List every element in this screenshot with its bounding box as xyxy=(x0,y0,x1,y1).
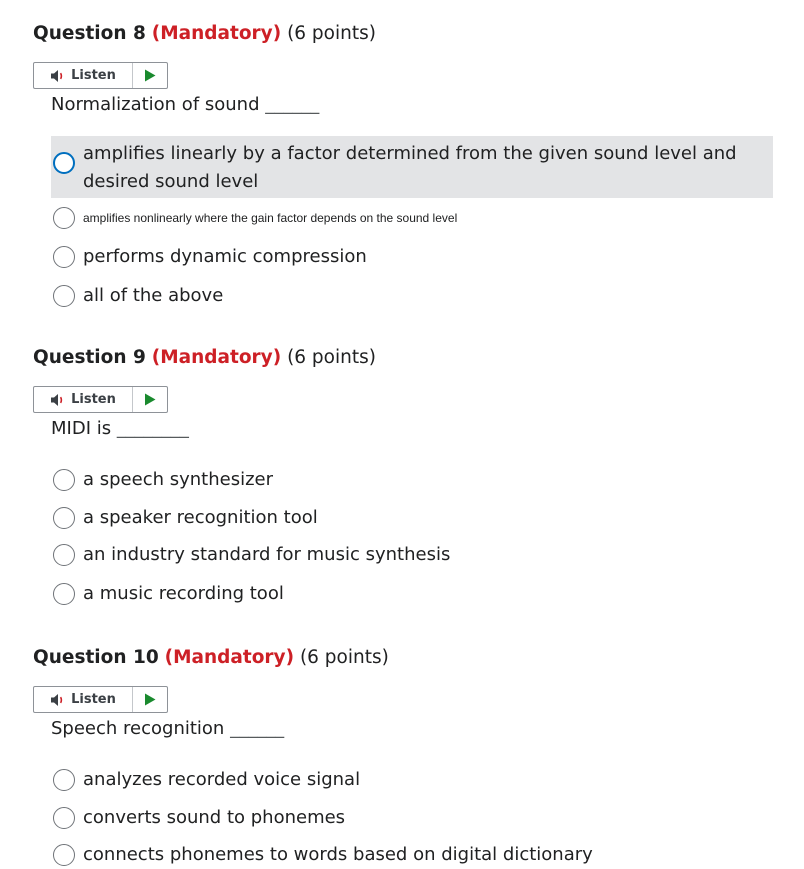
option-text: all of the above xyxy=(83,285,224,306)
question-title: Question 10 (Mandatory) (6 points) xyxy=(33,645,389,671)
radio-button[interactable] xyxy=(53,807,75,829)
listen-control: Listen xyxy=(33,686,168,713)
radio-button[interactable] xyxy=(53,207,75,229)
radio-button[interactable] xyxy=(53,583,75,605)
option-text: a speaker recognition tool xyxy=(83,507,318,528)
answer-option[interactable]: amplifies nonlinearly where the gain fac… xyxy=(51,207,773,229)
option-text: analyzes recorded voice signal xyxy=(83,769,361,790)
listen-label: Listen xyxy=(71,68,116,83)
option-text: performs dynamic compression xyxy=(83,246,367,267)
answer-option[interactable]: an industry standard for music synthesis xyxy=(51,541,773,569)
mandatory-label: (Mandatory) xyxy=(151,23,282,44)
option-text: amplifies linearly by a factor determine… xyxy=(83,143,737,192)
listen-button[interactable]: Listen xyxy=(34,687,133,712)
question-title: Question 9 (Mandatory) (6 points) xyxy=(33,345,376,371)
answer-option[interactable]: a speech synthesizer xyxy=(51,466,773,494)
question-prompt: Speech recognition ______ xyxy=(51,715,284,743)
answer-option[interactable]: a music recording tool xyxy=(51,580,773,608)
question-prompt: Normalization of sound ______ xyxy=(51,91,319,119)
mandatory-label: (Mandatory) xyxy=(151,347,282,368)
play-button[interactable] xyxy=(133,387,167,412)
listen-button[interactable]: Listen xyxy=(34,387,133,412)
answer-option[interactable]: performs dynamic compression xyxy=(51,243,773,271)
question-title: Question 8 (Mandatory) (6 points) xyxy=(33,21,376,47)
prompt-blank: ________ xyxy=(116,418,189,439)
radio-button[interactable] xyxy=(53,469,75,491)
listen-button[interactable]: Listen xyxy=(34,63,133,88)
answer-option[interactable]: converts sound to phonemes xyxy=(51,804,773,832)
play-button[interactable] xyxy=(133,687,167,712)
mandatory-label: (Mandatory) xyxy=(164,647,295,668)
prompt-blank: ______ xyxy=(230,718,285,739)
radio-button[interactable] xyxy=(53,152,75,174)
answer-option[interactable]: analyzes recorded voice signal xyxy=(51,766,773,794)
option-text: amplifies nonlinearly where the gain fac… xyxy=(83,211,458,225)
play-icon xyxy=(145,69,156,82)
question-number: Question 8 xyxy=(33,23,146,44)
listen-control: Listen xyxy=(33,62,168,89)
speaker-icon xyxy=(51,393,63,406)
radio-button[interactable] xyxy=(53,769,75,791)
radio-button[interactable] xyxy=(53,544,75,566)
listen-label: Listen xyxy=(71,392,116,407)
question-number: Question 10 xyxy=(33,647,159,668)
prompt-text: Normalization of sound xyxy=(51,94,260,115)
points-label: (6 points) xyxy=(287,23,376,44)
question-prompt: MIDI is ________ xyxy=(51,415,189,443)
speaker-icon xyxy=(51,693,63,706)
radio-button[interactable] xyxy=(53,246,75,268)
speaker-icon xyxy=(51,69,63,82)
points-label: (6 points) xyxy=(299,647,389,668)
option-text: a music recording tool xyxy=(83,583,284,604)
prompt-text: MIDI is xyxy=(51,418,112,439)
option-text: a speech synthesizer xyxy=(83,469,274,490)
play-icon xyxy=(145,393,156,406)
radio-button[interactable] xyxy=(53,844,75,866)
answer-option[interactable]: all of the above xyxy=(51,282,773,310)
radio-button[interactable] xyxy=(53,507,75,529)
play-icon xyxy=(145,693,156,706)
question-number: Question 9 xyxy=(33,347,146,368)
radio-button[interactable] xyxy=(53,285,75,307)
prompt-text: Speech recognition xyxy=(51,718,225,739)
listen-label: Listen xyxy=(71,692,116,707)
answer-option[interactable]: a speaker recognition tool xyxy=(51,504,773,532)
prompt-blank: ______ xyxy=(265,94,320,115)
play-button[interactable] xyxy=(133,63,167,88)
listen-control: Listen xyxy=(33,386,168,413)
points-label: (6 points) xyxy=(287,347,376,368)
option-text: connects phonemes to words based on digi… xyxy=(83,844,593,865)
answer-option[interactable]: amplifies linearly by a factor determine… xyxy=(51,136,773,198)
option-text: an industry standard for music synthesis xyxy=(83,544,451,565)
option-text: converts sound to phonemes xyxy=(83,807,346,828)
answer-option[interactable]: connects phonemes to words based on digi… xyxy=(51,841,773,869)
